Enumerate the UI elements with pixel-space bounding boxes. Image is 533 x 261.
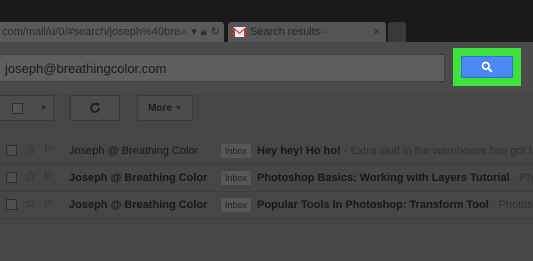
select-all-checkbox[interactable] xyxy=(12,103,23,114)
address-bar-icons: ⌕ ▾ 🔒︎ ↻ xyxy=(181,26,224,38)
gmail-icon xyxy=(233,27,246,37)
email-sender: Joseph @ Breathing Color xyxy=(69,145,199,157)
email-row[interactable]: ☆ ▷ Joseph @ Breathing Color Inbox Hey h… xyxy=(0,138,533,165)
row-checkbox[interactable] xyxy=(6,172,17,183)
search-button[interactable] xyxy=(461,56,513,78)
chevron-down-icon: ▼ xyxy=(174,104,182,112)
browser-tab-search-results[interactable]: Search results - × xyxy=(228,22,386,42)
email-subject-line: Popular Tools In Photoshop: Transform To… xyxy=(257,199,533,211)
browser-chrome: com/mail/u/0/#search/joseph%40brea ⌕ ▾ 🔒… xyxy=(0,0,533,42)
star-icon[interactable]: ☆ xyxy=(24,142,37,156)
mail-toolbar: ▼ More ▼ xyxy=(0,94,533,126)
dropdown-icon[interactable]: ▾ xyxy=(191,26,197,38)
star-icon[interactable]: ☆ xyxy=(24,169,37,183)
email-snippet: - Photosho xyxy=(491,199,533,211)
email-sender: Joseph @ Breathing Color xyxy=(69,172,208,184)
star-icon[interactable]: ☆ xyxy=(24,196,37,210)
reload-icon[interactable]: ↻ xyxy=(211,26,220,38)
importance-icon[interactable]: ▷ xyxy=(45,171,53,181)
email-subject: Photoshop Basics: Working with Layers Tu… xyxy=(257,172,510,184)
search-icon[interactable]: ⌕ xyxy=(181,26,187,38)
email-snippet: - Photosh xyxy=(512,172,533,184)
chevron-down-icon: ▼ xyxy=(40,104,47,112)
more-button-label: More xyxy=(148,102,172,114)
email-subject-line: Photoshop Basics: Working with Layers Tu… xyxy=(257,172,533,184)
address-bar-url[interactable]: com/mail/u/0/#search/joseph%40brea xyxy=(0,26,181,38)
email-subject: Hey hey! Ho ho! xyxy=(257,145,341,157)
search-query-text[interactable]: joseph@breathingcolor.com xyxy=(5,61,166,76)
inbox-label[interactable]: Inbox xyxy=(221,198,252,212)
inbox-label[interactable]: Inbox xyxy=(221,144,252,158)
select-all-dropdown[interactable]: ▼ xyxy=(0,95,54,121)
refresh-icon xyxy=(90,102,100,113)
refresh-button[interactable] xyxy=(70,95,120,121)
search-input[interactable]: joseph@breathingcolor.com xyxy=(0,54,445,82)
email-subject-line: Hey hey! Ho ho! - Extra stuff in the war… xyxy=(257,145,533,157)
row-checkbox[interactable] xyxy=(6,145,17,156)
inbox-label[interactable]: Inbox xyxy=(221,171,252,185)
email-snippet: - Extra stuff in the warehouse has got t… xyxy=(343,145,533,157)
email-subject: Popular Tools In Photoshop: Transform To… xyxy=(257,199,489,211)
address-bar[interactable]: com/mail/u/0/#search/joseph%40brea ⌕ ▾ 🔒… xyxy=(0,22,224,42)
lock-icon[interactable]: 🔒︎ xyxy=(201,26,207,38)
new-tab-button[interactable] xyxy=(388,22,406,42)
email-sender: Joseph @ Breathing Color xyxy=(69,199,208,211)
tab-title: Search results - xyxy=(250,26,328,38)
email-row[interactable]: ☆ ▷ Joseph @ Breathing Color Inbox Photo… xyxy=(0,165,533,192)
close-icon[interactable]: × xyxy=(374,26,386,38)
importance-icon[interactable]: ▷ xyxy=(45,144,53,154)
email-list: ☆ ▷ Joseph @ Breathing Color Inbox Hey h… xyxy=(0,138,533,219)
row-checkbox[interactable] xyxy=(6,199,17,210)
gmail-search-screen: com/mail/u/0/#search/joseph%40brea ⌕ ▾ 🔒… xyxy=(0,0,533,261)
magnifier-icon xyxy=(481,61,493,73)
email-row[interactable]: ☆ ▷ Joseph @ Breathing Color Inbox Popul… xyxy=(0,192,533,219)
more-button[interactable]: More ▼ xyxy=(137,95,193,121)
importance-icon[interactable]: ▷ xyxy=(45,198,53,208)
